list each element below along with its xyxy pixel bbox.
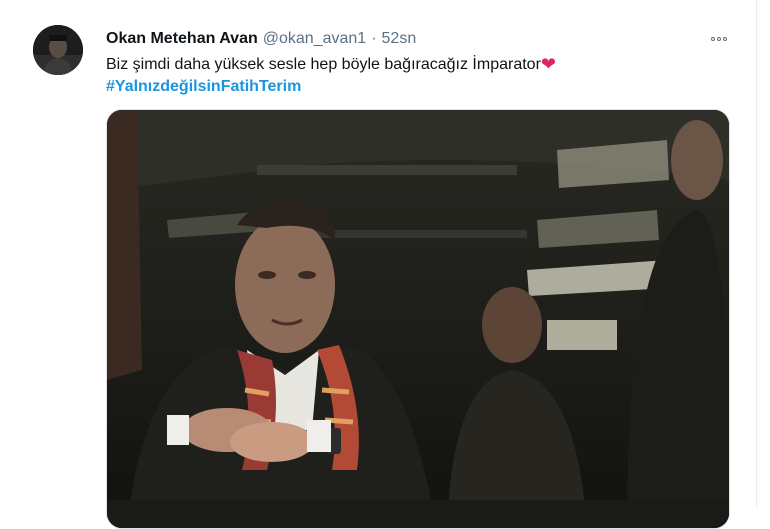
user-handle[interactable]: @okan_avan1 bbox=[263, 28, 366, 50]
tweet-text-body: Biz şimdi daha yüksek sesle hep böyle ba… bbox=[106, 56, 541, 73]
heart-emoji-icon: ❤ bbox=[540, 54, 556, 74]
display-name[interactable]: Okan Metehan Avan bbox=[106, 28, 258, 50]
more-options-icon[interactable] bbox=[706, 30, 732, 48]
video-frame bbox=[107, 110, 729, 528]
timestamp[interactable]: 52sn bbox=[382, 28, 417, 50]
timeline-border bbox=[756, 0, 757, 508]
avatar-image bbox=[33, 25, 83, 75]
avatar[interactable] bbox=[33, 25, 83, 75]
hashtag-link[interactable]: #YalnızdeğilsinFatihTerim bbox=[106, 76, 301, 98]
tweet-video[interactable] bbox=[106, 109, 730, 529]
tweet-header: Okan Metehan Avan @okan_avan1 · 52sn bbox=[106, 28, 416, 50]
tweet-text: Biz şimdi daha yüksek sesle hep böyle ba… bbox=[106, 52, 726, 76]
separator-dot: · bbox=[371, 30, 377, 47]
tweet-card[interactable]: Okan Metehan Avan @okan_avan1 · 52sn Biz… bbox=[0, 0, 756, 529]
